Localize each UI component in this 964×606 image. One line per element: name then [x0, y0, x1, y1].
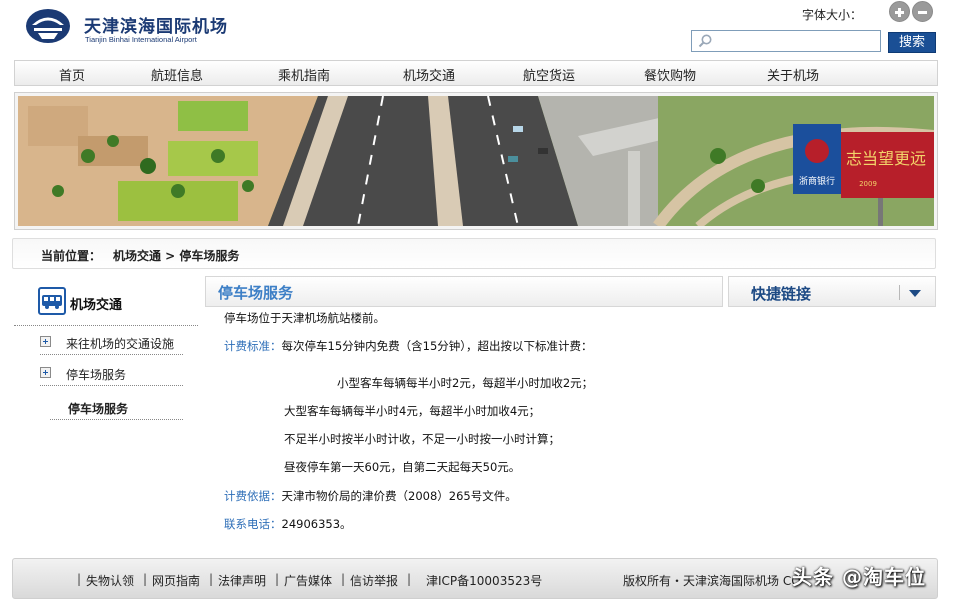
search-button[interactable]: 搜索 [888, 32, 936, 53]
phone-number: 24906353。 [281, 517, 352, 531]
fee-standard-text: 每次停车15分钟内免费（含15分钟），超出按以下标准计费： [281, 339, 593, 353]
sidebar-current-label: 停车场服务 [68, 402, 129, 416]
intro-text: 停车场位于天津机场航站楼前。 [224, 311, 385, 325]
fee-standard-label: 计费标准： [224, 339, 282, 353]
breadcrumb-path[interactable]: 机场交通 > 停车场服务 [113, 247, 239, 264]
nav-item-cargo[interactable]: 航空货运 [523, 65, 575, 84]
footer-divider: | [209, 572, 214, 586]
rule-line: 小型客车每辆每半小时2元，每超半小时加收2元； [337, 376, 594, 390]
sidebar-item-label: 停车场服务 [66, 368, 127, 382]
expand-plus-icon[interactable] [40, 336, 51, 347]
quick-links-title: 快捷链接 [751, 285, 812, 303]
banner-image: 浙商银行 志当望更远 2009 [14, 92, 938, 230]
nav-item-dining-shopping[interactable]: 餐饮购物 [644, 65, 696, 84]
nav-item-home[interactable]: 首页 [59, 65, 85, 84]
rule-line: 昼夜停车第一天60元，自第二天起每天50元。 [284, 460, 521, 474]
fee-basis-text: 天津市物价局的津价费（2008）265号文件。 [281, 489, 517, 503]
fee-standard-line: 计费标准：每次停车15分钟内免费（含15分钟），超出按以下标准计费： [224, 338, 593, 354]
search-input[interactable] [691, 30, 881, 52]
logo-english-name: Tianjin Binhai International Airport [85, 35, 197, 44]
airport-emblem-icon [26, 9, 70, 43]
main-nav: 首页 航班信息 乘机指南 机场交通 航空货运 餐饮购物 关于机场 [14, 60, 938, 86]
sidebar-header: 机场交通 [14, 284, 198, 326]
sidebar-item-label: 来往机场的交通设施 [66, 337, 175, 351]
quick-links-divider [899, 285, 900, 300]
phone-label: 联系电话： [224, 517, 282, 531]
footer-divider: | [407, 572, 412, 586]
footer-divider: | [143, 572, 148, 586]
chevron-down-icon[interactable] [909, 290, 921, 297]
logo-chinese-name: 天津滨海国际机场 [84, 17, 228, 37]
breadcrumb: 当前位置： 机场交通 > 停车场服务 [12, 238, 936, 269]
watermark-text: 头条 @淘车位 [792, 565, 926, 589]
nav-item-passenger-guide[interactable]: 乘机指南 [278, 65, 330, 84]
footer-link-legal[interactable]: 法律声明 [218, 572, 266, 589]
font-size-label: 字体大小： [802, 8, 863, 22]
footer-copyright: 版权所有・天津滨海国际机场 CO [623, 574, 801, 588]
fee-basis-label: 计费依据： [224, 489, 282, 503]
sidebar-item-current[interactable]: 停车场服务 [50, 398, 183, 420]
footer-link-advertising[interactable]: 广告媒体 [284, 572, 332, 589]
airport-logo[interactable]: 天津滨海国际机场 Tianjin Binhai International Ai… [24, 6, 227, 50]
font-decrease-icon[interactable] [912, 1, 933, 22]
rule-line: 不足半小时按半小时计收，不足一小时按一小时计算； [284, 432, 560, 446]
nav-item-transport[interactable]: 机场交通 [403, 65, 455, 84]
bus-icon [38, 287, 66, 315]
fee-basis-line: 计费依据：天津市物价局的津价费（2008）265号文件。 [224, 488, 517, 504]
phone-line: 联系电话：24906353。 [224, 516, 352, 532]
footer-divider: | [275, 572, 280, 586]
sidebar-title: 机场交通 [70, 298, 123, 313]
billboard-bank-text: 浙商银行 [799, 175, 835, 187]
footer-link-petition[interactable]: 信访举报 [350, 572, 398, 589]
content-title: 停车场服务 [218, 284, 294, 302]
footer-divider: | [77, 572, 82, 586]
quick-links-dropdown[interactable]: 快捷链接 [728, 276, 936, 307]
font-increase-icon[interactable] [889, 1, 910, 22]
billboard-slogan-text: 志当望更远 [846, 149, 926, 168]
billboard-year-text: 2009 [859, 180, 877, 188]
rule-line: 大型客车每辆每半小时4元，每超半小时加收4元； [284, 404, 541, 418]
sidebar-item-transport-facilities[interactable]: 来往机场的交通设施 [40, 331, 183, 355]
sidebar-item-parking[interactable]: 停车场服务 [40, 362, 183, 386]
footer-divider: | [341, 572, 346, 586]
footer-icp: 津ICP备10003523号 [426, 574, 543, 588]
expand-plus-icon[interactable] [40, 367, 51, 378]
content-header: 停车场服务 [205, 276, 723, 307]
nav-item-flights[interactable]: 航班信息 [151, 65, 203, 84]
breadcrumb-prefix: 当前位置： [41, 249, 102, 263]
footer-link-site-guide[interactable]: 网页指南 [152, 572, 200, 589]
nav-item-about[interactable]: 关于机场 [767, 65, 819, 84]
footer-link-lost-found[interactable]: 失物认领 [86, 572, 134, 589]
search-icon [698, 34, 712, 48]
